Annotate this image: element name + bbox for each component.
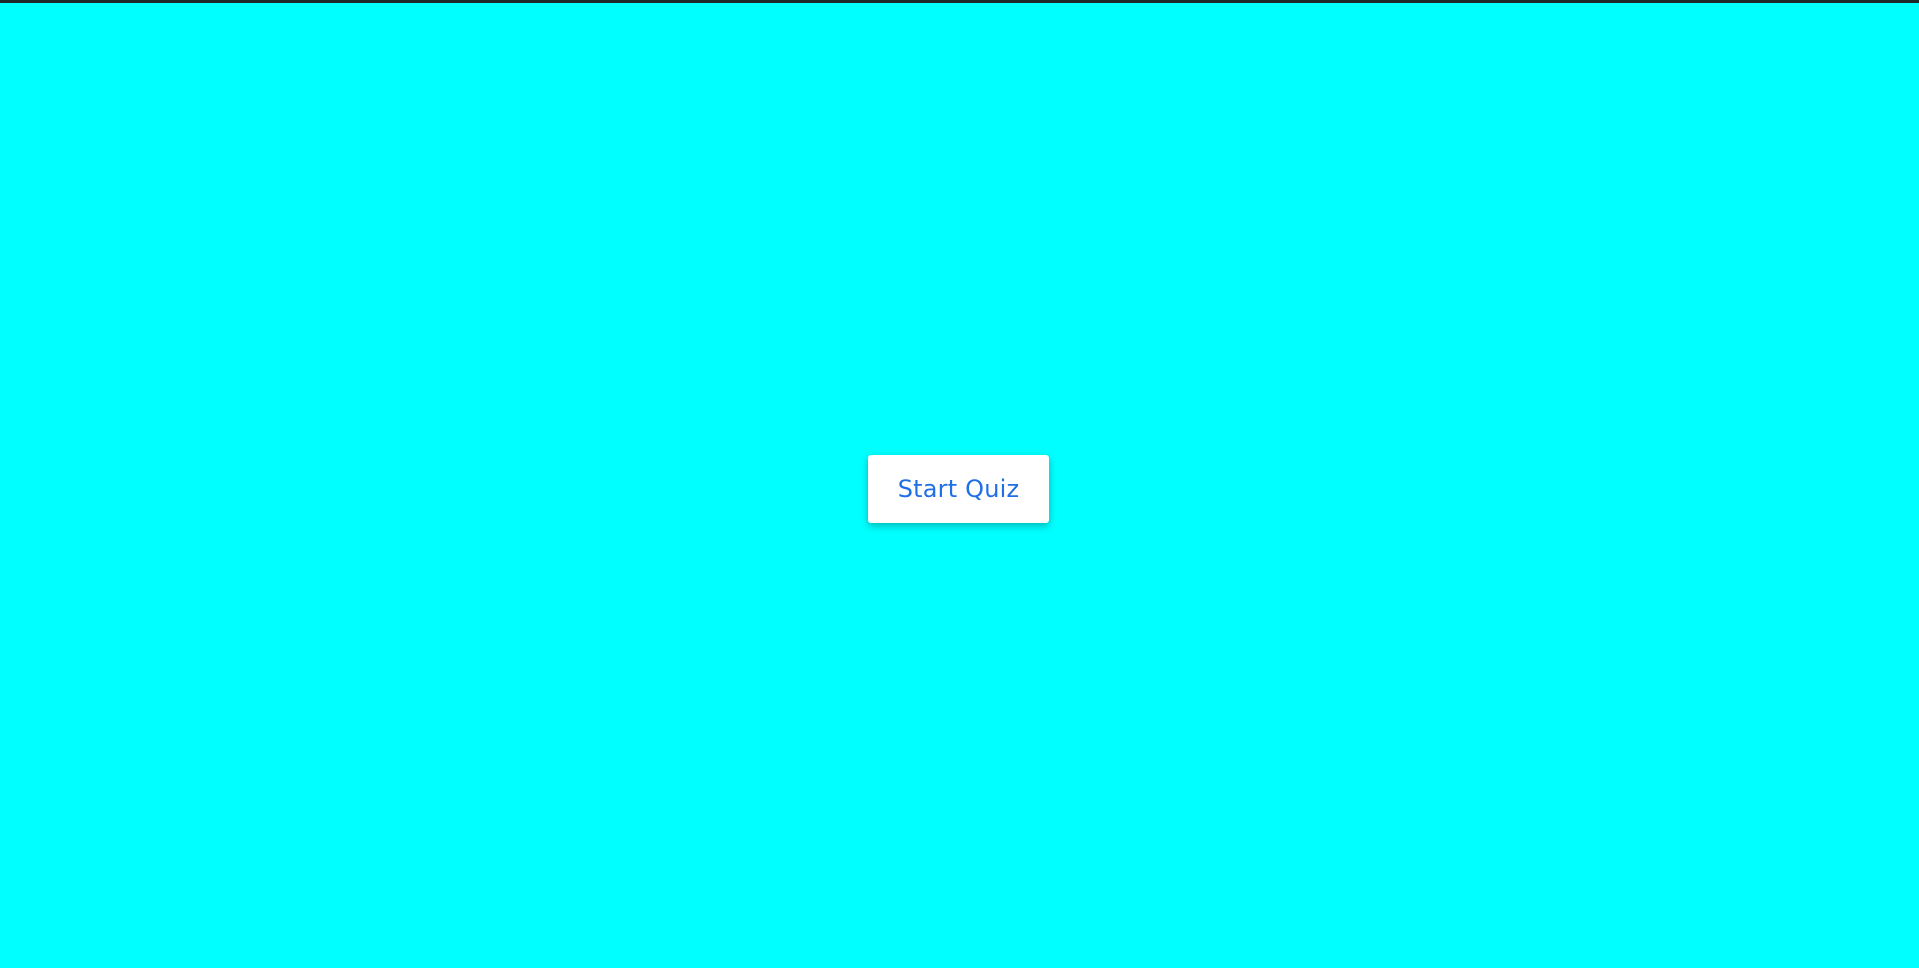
top-border xyxy=(0,0,1919,3)
start-quiz-button[interactable]: Start Quiz xyxy=(868,455,1049,523)
